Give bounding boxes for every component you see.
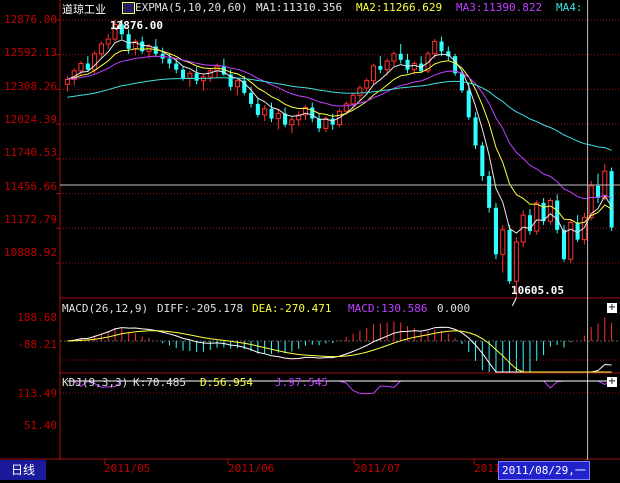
candle-body [276,114,280,119]
candle-body [610,171,614,227]
candle-body [79,64,83,71]
candle-body [433,42,437,54]
stock-chart[interactable]: 道琼工业 EXPMA(5,10,20,60) MA1:11310.356 MA2… [0,0,620,480]
candle-body [235,81,239,87]
macd-expand-icon[interactable]: + [607,303,617,313]
y-tick-label: 11172.79 [4,213,57,226]
macd-y-tick: -88.21 [17,338,57,351]
x-tick-label: 2011/06 [228,462,274,475]
candle-body [167,59,171,64]
cursor-date-label: 2011/08/29,一 [498,461,590,480]
candle-body [467,90,471,117]
indicator-switch-icon[interactable] [122,2,135,14]
candle-body [331,119,335,125]
candle-body [405,60,409,70]
candle-body [439,42,443,52]
macd-zero: 0.000 [437,302,470,315]
low-marker [512,298,516,306]
macd-dea: DEA:-270.471 [252,302,331,315]
candle-body [514,242,518,281]
candle-body [480,145,484,176]
indicator-name: EXPMA(5,10,20,60) [135,1,248,14]
candle-body [127,34,131,49]
candle-body [269,109,273,119]
kdj-d: D:56.954 [200,376,253,389]
ma2-value: MA2:11266.629 [356,1,442,14]
candle-body [555,201,559,230]
kdj-k: K:70.485 [133,376,186,389]
candle-body [378,66,382,70]
candle-body [256,104,260,115]
ma3-value: MA3:11390.822 [456,1,542,14]
candle-body [351,95,355,104]
chart-canvas[interactable] [0,0,620,480]
candle-body [453,56,457,73]
x-tick-label: 2011/05 [104,462,150,475]
candle-body [249,93,253,104]
candle-body [140,42,144,52]
candle-body [494,208,498,254]
y-tick-label: 12024.39 [4,113,57,126]
macd-params: MACD(26,12,9) [62,302,148,315]
index-name: 道琼工业 [62,1,106,17]
y-tick-label: 12308.26 [4,80,57,93]
candle-body [188,73,192,78]
candle-body [290,120,294,125]
candle-body [385,61,389,70]
y-tick-label: 12876.00 [4,13,57,26]
candle-body [569,223,573,260]
candle-body [508,230,512,281]
candle-body [106,39,110,44]
candle-body [344,104,348,111]
kdj-params: KDJ(9,3,3) [62,376,128,389]
y-tick-label: 11740.53 [4,146,57,159]
candle-body [181,70,185,79]
candle-body [195,73,199,80]
candle-body [399,54,403,60]
candle-body [358,88,362,95]
candle-body [392,54,396,61]
candle-body [263,109,267,115]
expma-line [67,49,611,224]
candle-body [474,117,478,145]
high-price-label: 12876.00 [110,19,163,32]
candle-body [487,176,491,208]
kdj-j: J:97.545 [275,376,328,389]
x-tick-label: 2011/07 [354,462,400,475]
expma-line [67,56,611,198]
y-tick-label: 10888.92 [4,246,57,259]
macd-y-tick: 188.68 [17,311,57,324]
candle-body [310,108,314,119]
candle-body [371,66,375,81]
macd-diff: DIFF:-205.178 [157,302,243,315]
candle-body [99,44,103,54]
candle-body [412,64,416,70]
kdj-y-tick: 51.40 [24,419,57,432]
y-tick-label: 11456.66 [4,180,57,193]
ma1-value: MA1:11310.356 [256,1,342,14]
candle-body [174,64,178,70]
candle-body [501,230,505,254]
macd-value: MACD:130.586 [348,302,427,315]
candle-body [548,201,552,222]
candle-body [65,79,69,84]
candle-body [535,203,539,231]
ma4-value: MA4: [556,1,583,14]
y-tick-label: 12592.13 [4,46,57,59]
candle-body [86,64,90,70]
low-price-label: 10605.05 [511,284,564,297]
candle-body [208,71,212,77]
kdj-y-tick: 113.49 [17,387,57,400]
candle-body [596,186,600,198]
candle-body [365,81,369,88]
kdj-expand-icon[interactable]: + [607,377,617,387]
candle-body [562,230,566,259]
period-tab[interactable]: 日线 [0,460,46,480]
candle-body [324,119,328,129]
candle-body [317,119,321,129]
